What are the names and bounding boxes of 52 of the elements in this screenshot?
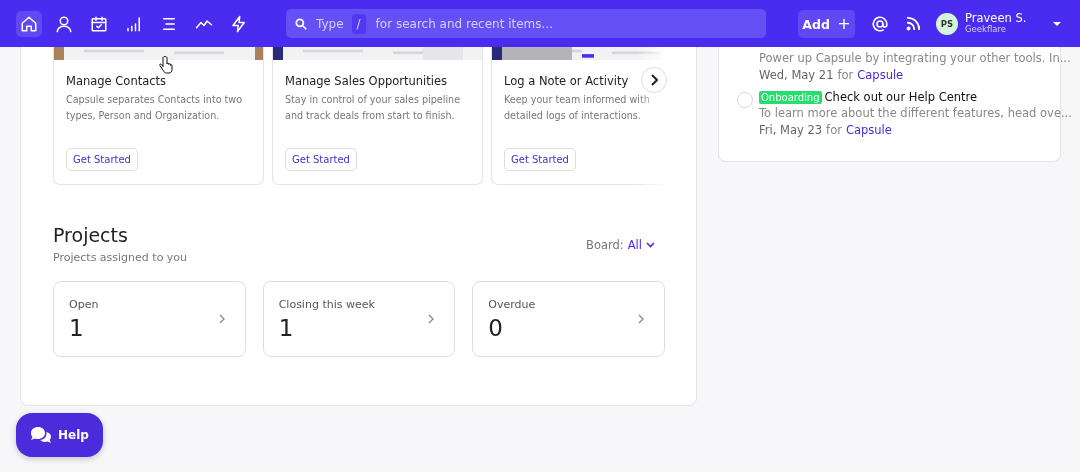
stat-value: 0 xyxy=(488,314,504,341)
projects-title: Projects xyxy=(53,224,129,246)
guide-description: Capsule separates Contacts into two types, Person and Organization. xyxy=(66,93,244,124)
search-input[interactable]: for search and recent items... xyxy=(373,15,758,32)
stat-card[interactable]: Closing this week 1 xyxy=(262,281,456,357)
stat-label: Overdue xyxy=(488,297,536,311)
search-icon xyxy=(294,16,308,31)
chevron-right-icon xyxy=(650,74,658,86)
projects-subtitle: Projects assigned to you xyxy=(53,251,188,264)
tag: Onboarding xyxy=(759,90,822,104)
capsule-link[interactable]: Capsule xyxy=(845,123,892,137)
stat-label: Open xyxy=(69,297,99,311)
task-description: Power up Capsule by integrating your other tools. In... xyxy=(759,51,1071,65)
chevron-right-icon xyxy=(638,314,644,324)
get-started-button[interactable]: Get Started xyxy=(285,148,357,171)
chevron-down-icon xyxy=(646,242,655,248)
guide-description: Keep your team informed with detailed logs of interactions. xyxy=(504,93,651,124)
task-title: Check out our Help Centre xyxy=(824,90,978,104)
for-label: for xyxy=(837,68,854,82)
task-date: Wed, May 21 xyxy=(759,68,834,82)
stat-card[interactable]: Open 1 xyxy=(53,281,246,357)
chevron-right-icon xyxy=(218,314,225,324)
capsule-link[interactable]: Capsule xyxy=(857,68,904,82)
stat-card[interactable]: Overdue 0 xyxy=(472,281,665,357)
guide-title: Log a Note or Activity xyxy=(504,74,629,89)
search-hint: Type xyxy=(316,16,344,31)
rss-icon[interactable] xyxy=(905,15,922,32)
shortcut-key: / xyxy=(351,13,366,34)
guide-title: Manage Sales Opportunities xyxy=(285,74,448,89)
hand-cursor-icon xyxy=(159,56,173,74)
organization-name: Geekflare xyxy=(965,25,1008,35)
add-button[interactable]: Add + xyxy=(798,9,855,38)
guide-title: Manage Contacts xyxy=(66,74,167,89)
at-sign-icon[interactable] xyxy=(871,14,889,33)
board-dropdown[interactable]: Board: All xyxy=(586,238,655,252)
user-name: Praveen S. xyxy=(965,12,1027,25)
caret-icon[interactable] xyxy=(1052,20,1062,27)
chat-bubbles-icon xyxy=(30,426,53,444)
avatar[interactable]: PS xyxy=(936,12,958,35)
search-field[interactable]: Type / for search and recent items... xyxy=(286,9,766,38)
get-started-button[interactable]: Get Started xyxy=(504,148,576,171)
chevron-right-icon xyxy=(428,314,435,324)
for-label: for xyxy=(826,123,842,137)
guide-description: Stay in control of your sales pipeline and track deals from start to finish. xyxy=(285,93,462,124)
stat-value: 1 xyxy=(278,314,295,341)
stat-label: Closing this week xyxy=(278,297,375,311)
task-date: Fri, May 23 xyxy=(759,123,823,137)
task-description: To learn more about the different features, head ove... xyxy=(759,106,1072,120)
stat-value: 1 xyxy=(69,314,85,341)
home-icon[interactable] xyxy=(16,10,42,37)
help-button[interactable]: Help xyxy=(16,413,103,457)
get-started-button[interactable]: Get Started xyxy=(66,148,138,171)
